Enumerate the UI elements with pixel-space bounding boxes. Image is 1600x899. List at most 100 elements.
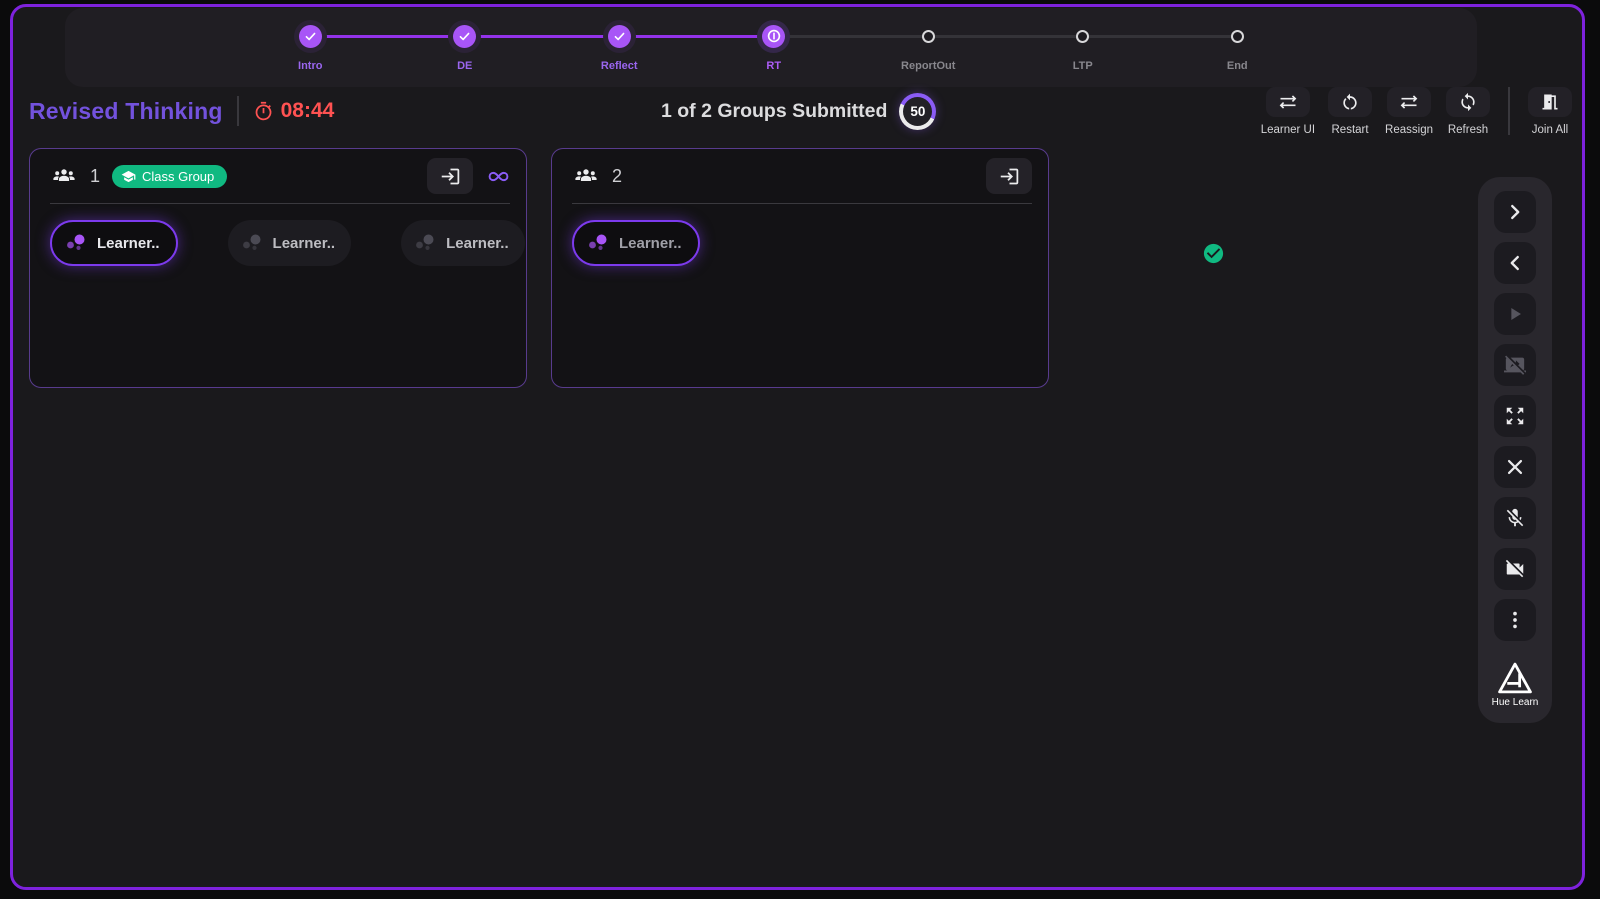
stepper-step-ltp[interactable]: LTP: [928, 16, 1161, 72]
toolbar-button-label: Learner UI: [1260, 124, 1316, 136]
group-people-icon: [572, 164, 600, 188]
group-people-icon: [50, 164, 78, 188]
stepper-step-rt[interactable]: RT: [619, 16, 852, 72]
more-vert-icon: [1504, 609, 1526, 631]
step-done-check-icon: [453, 24, 477, 48]
expand-icon: [1504, 405, 1526, 427]
group-number: 2: [612, 165, 623, 186]
step-done-check-icon: [298, 24, 322, 48]
play-button[interactable]: [1494, 293, 1536, 335]
logo-text: Hue Learn: [1491, 697, 1539, 708]
learner-chip[interactable]: Learner..: [401, 220, 525, 266]
restart-icon: [1340, 92, 1360, 112]
step-done-check-icon: [607, 24, 631, 48]
join-group-button[interactable]: [986, 158, 1032, 194]
stepper-step-intro[interactable]: Intro: [233, 16, 388, 72]
refresh-button[interactable]: Refresh: [1446, 87, 1490, 136]
infinity-icon: [487, 165, 510, 188]
panel-expand-button[interactable]: [1494, 191, 1536, 233]
toolbar-button-label: Reassign: [1385, 124, 1433, 136]
stepper-step-reflect[interactable]: Reflect: [464, 16, 697, 72]
step-label: ReportOut: [901, 60, 956, 72]
camera-off-button[interactable]: [1494, 548, 1536, 590]
step-label: End: [1226, 60, 1248, 72]
stepper-connector: [1082, 34, 1238, 38]
learner-chip[interactable]: Learner..: [227, 220, 352, 266]
stop-screen-share-button[interactable]: [1494, 344, 1536, 386]
step-label: LTP: [1072, 60, 1093, 72]
stepper: Intro DE Reflect RT ReportOut LTP End: [233, 8, 1477, 72]
step-todo-icon: [1230, 29, 1244, 43]
countdown-value: 50: [903, 96, 933, 126]
swap-arrows-icon: [1278, 92, 1298, 112]
stepper-connector: [928, 34, 1083, 38]
group-number: 1: [90, 165, 101, 186]
step-label: Intro: [298, 60, 323, 72]
stepper-step-de[interactable]: DE: [310, 16, 543, 72]
stepper-connector: [773, 34, 929, 38]
submitted-status: 1 of 2 Groups Submitted 50: [661, 91, 937, 131]
join-all-button[interactable]: Join All: [1528, 87, 1572, 136]
cap-icon: [121, 169, 136, 184]
sync-icon: [1458, 92, 1478, 112]
step-todo-icon: [1076, 29, 1090, 43]
door-icon: [1540, 92, 1560, 112]
fullscreen-button[interactable]: [1494, 395, 1536, 437]
timer-value: 08:44: [280, 99, 335, 122]
stepper-step-end[interactable]: End: [1082, 16, 1315, 72]
page-title: Revised Thinking: [29, 97, 223, 124]
learner-chip-row: Learner..: [552, 204, 1048, 282]
submitted-text: 1 of 2 Groups Submitted: [661, 99, 888, 122]
learner-chip[interactable]: Learner..: [572, 220, 700, 266]
check-circle-icon: [1202, 233, 1225, 273]
toolbar-button-label: Restart: [1331, 124, 1369, 136]
panel-collapse-button[interactable]: [1494, 242, 1536, 284]
toolbar-divider: [1508, 87, 1510, 135]
step-label: DE: [457, 60, 473, 72]
step-todo-icon: [921, 29, 935, 43]
mic-off-icon: [1504, 507, 1526, 529]
close-button[interactable]: [1494, 446, 1536, 488]
join-group-button[interactable]: [427, 158, 473, 194]
learner-name: Learner..: [619, 234, 682, 252]
chevron-right-icon: [1504, 201, 1526, 223]
dots-avatar-icon: [413, 231, 437, 255]
close-icon: [1504, 456, 1526, 478]
sidebar: Hue Learn: [1478, 177, 1552, 723]
play-icon: [1504, 303, 1526, 325]
restart-button[interactable]: Restart: [1328, 87, 1373, 136]
group-card-2: 2 Learner..: [551, 148, 1224, 388]
stepper-bar: Intro DE Reflect RT ReportOut LTP End: [65, 8, 1477, 87]
learner-chip-row: Learner.. Learner.. Learner..: [30, 204, 526, 282]
group-card-header: 1 Class Group: [30, 149, 526, 203]
dots-avatar-icon: [586, 231, 610, 255]
stepper-connector: [619, 34, 774, 38]
group-card-1: 1 Class Group Learner.. Learner.. Learner..: [29, 148, 527, 388]
title-divider: [236, 96, 239, 126]
step-label: RT: [766, 60, 782, 72]
timer: 08:44: [253, 99, 335, 123]
mic-off-button[interactable]: [1494, 497, 1536, 539]
step-label: Reflect: [600, 60, 638, 72]
class-group-badge: Class Group: [112, 164, 228, 188]
more-options-button[interactable]: [1494, 599, 1536, 641]
stopwatch-icon: [253, 101, 274, 122]
hue-learn-logo: Hue Learn: [1491, 661, 1539, 708]
toolbar: Learner UI Restart Reassign Refresh Join All: [1261, 87, 1572, 136]
learner-ui-button[interactable]: Learner UI: [1261, 87, 1315, 136]
step-current-timer-icon: [762, 24, 786, 48]
screenshare-off-icon: [1504, 354, 1526, 376]
camera-off-icon: [1504, 558, 1526, 580]
reassign-button[interactable]: Reassign: [1385, 87, 1433, 136]
toolbar-button-label: Refresh: [1447, 124, 1489, 136]
dots-avatar-icon: [240, 231, 264, 255]
swap-arrows-icon: [1399, 92, 1419, 112]
group-card-header: 2: [552, 149, 1224, 263]
chevron-left-icon: [1504, 252, 1526, 274]
countdown-ring: 50: [899, 92, 937, 130]
stepper-step-reportout[interactable]: ReportOut: [773, 16, 1006, 72]
learner-chip[interactable]: Learner..: [50, 220, 178, 266]
learner-name: Learner..: [272, 234, 336, 252]
stepper-connector: [310, 34, 465, 38]
title-row: Revised Thinking 08:44: [29, 91, 334, 131]
